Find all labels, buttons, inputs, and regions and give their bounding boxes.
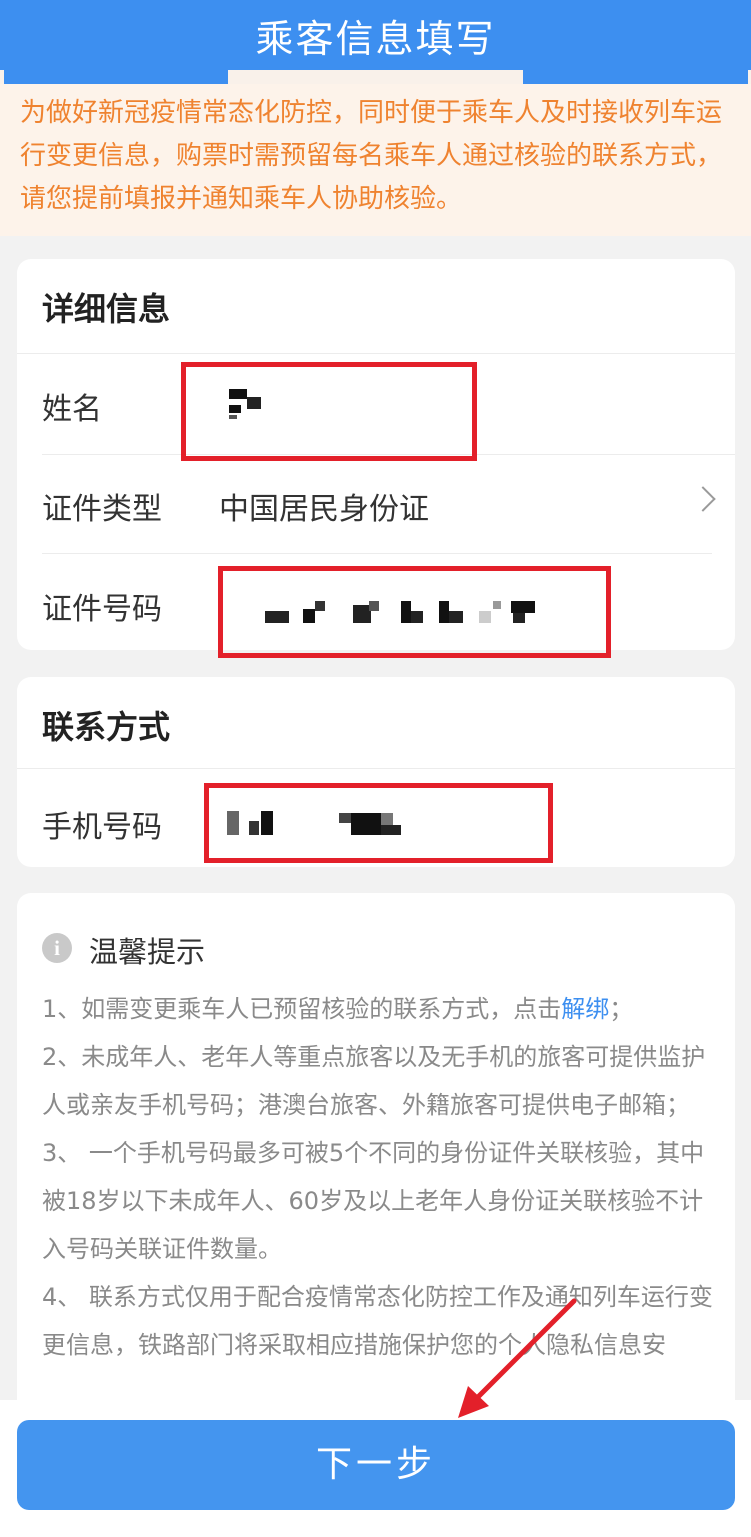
- details-card: 详细信息 姓名 证件类型 中国居民身份证 证件号码: [17, 259, 735, 658]
- tips-title: 温馨提示: [89, 935, 206, 969]
- name-highlight-box: [181, 362, 477, 461]
- next-step-button[interactable]: 下一步: [17, 1420, 735, 1510]
- tips-body: 1、如需变更乘车人已预留核验的联系方式，点击解绑； 2、未成年人、老年人等重点旅…: [42, 985, 714, 1369]
- id-type-label: 证件类型: [42, 492, 162, 527]
- contact-title: 联系方式: [42, 708, 171, 746]
- details-title: 详细信息: [42, 290, 171, 328]
- divider: [17, 768, 735, 769]
- id-number-highlight-box: [218, 566, 611, 658]
- tip-item-1: 1、如需变更乘车人已预留核验的联系方式，点击解绑；: [42, 995, 634, 1023]
- name-label: 姓名: [42, 392, 102, 427]
- id-type-value[interactable]: 中国居民身份证: [219, 484, 429, 528]
- tip-item-2: 2、未成年人、老年人等重点旅客以及无手机的旅客可提供监护人或亲友手机号码；港澳台…: [42, 1043, 706, 1119]
- notice-banner: 为做好新冠疫情常态化防控，同时便于乘车人及时接收列车运行变更信息，购票时需预留每…: [0, 84, 751, 236]
- phone-label: 手机号码: [42, 810, 162, 845]
- phone-highlight-box: [204, 783, 553, 863]
- divider: [17, 353, 735, 354]
- tip-item-4: 4、 联系方式仅用于配合疫情常态化防控工作及通知列车运行变更信息，铁路部门将采取…: [42, 1283, 713, 1359]
- id-number-label: 证件号码: [42, 592, 162, 627]
- page-title: 乘客信息填写: [255, 17, 496, 61]
- info-icon: i: [42, 933, 72, 963]
- tip-item-3: 3、 一个手机号码最多可被5个不同的身份证件关联核验，其中被18岁以下未成年人、…: [42, 1139, 705, 1263]
- contact-card: 联系方式 手机号码: [17, 677, 735, 867]
- chevron-right-icon[interactable]: [690, 486, 716, 512]
- unbind-link[interactable]: 解绑: [561, 995, 609, 1023]
